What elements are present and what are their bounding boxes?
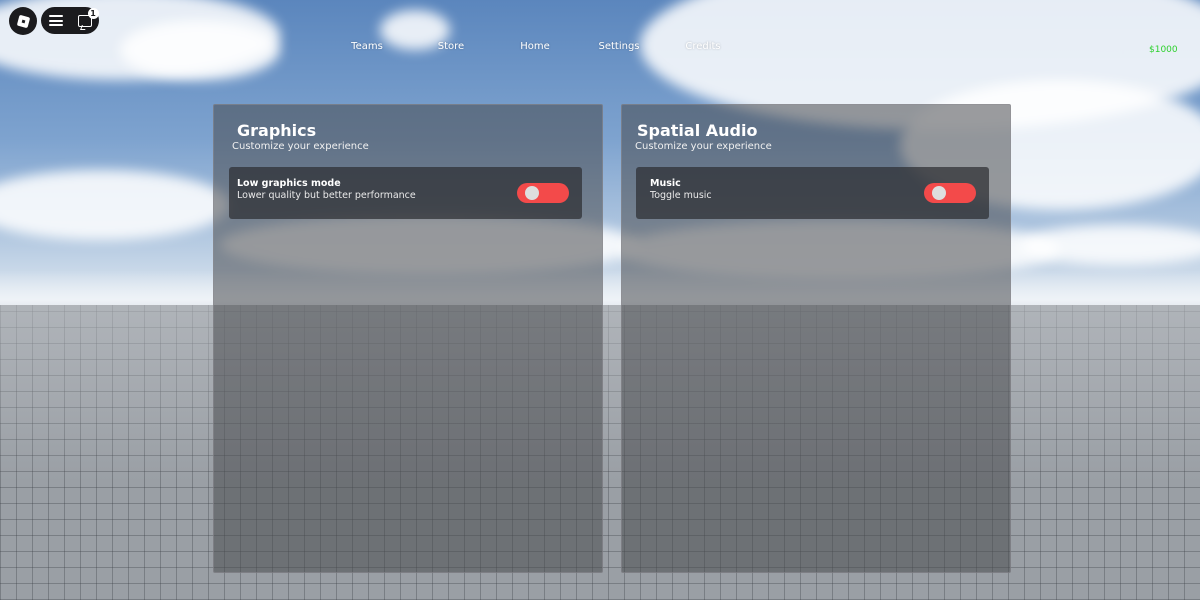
- music-toggle[interactable]: [924, 183, 976, 203]
- roblox-logo-icon: [16, 14, 30, 28]
- low-graphics-toggle[interactable]: [517, 183, 569, 203]
- chat-icon[interactable]: 1: [77, 7, 99, 27]
- spatial-audio-panel: Spatial Audio Customize your experience …: [621, 104, 1011, 573]
- hamburger-menu-icon[interactable]: [48, 15, 63, 26]
- nav-teams[interactable]: Teams: [351, 41, 383, 52]
- graphics-subtitle: Customize your experience: [232, 141, 369, 152]
- nav-settings[interactable]: Settings: [598, 41, 639, 52]
- setting-label: Music: [650, 178, 681, 189]
- top-nav: Teams Store Home Settings Credits: [0, 41, 1200, 57]
- audio-title: Spatial Audio: [637, 121, 758, 140]
- graphics-panel: Graphics Customize your experience Low g…: [213, 104, 603, 573]
- balance-label: $1000: [1149, 45, 1178, 55]
- low-graphics-setting: Low graphics mode Lower quality but bett…: [229, 167, 582, 219]
- toggle-knob: [525, 186, 539, 200]
- setting-description: Lower quality but better performance: [237, 190, 416, 201]
- nav-credits[interactable]: Credits: [685, 41, 720, 52]
- setting-description: Toggle music: [650, 190, 712, 201]
- chat-badge: 1: [87, 7, 99, 19]
- nav-store[interactable]: Store: [438, 41, 464, 52]
- setting-label: Low graphics mode: [237, 178, 341, 189]
- music-setting: Music Toggle music: [636, 167, 989, 219]
- audio-subtitle: Customize your experience: [635, 141, 772, 152]
- username-label: Guest |: [1092, 45, 1125, 55]
- nav-home[interactable]: Home: [520, 41, 550, 52]
- graphics-title: Graphics: [237, 121, 317, 140]
- toggle-knob: [932, 186, 946, 200]
- topbar-controls: 1: [41, 7, 99, 34]
- roblox-menu-button[interactable]: [9, 7, 37, 35]
